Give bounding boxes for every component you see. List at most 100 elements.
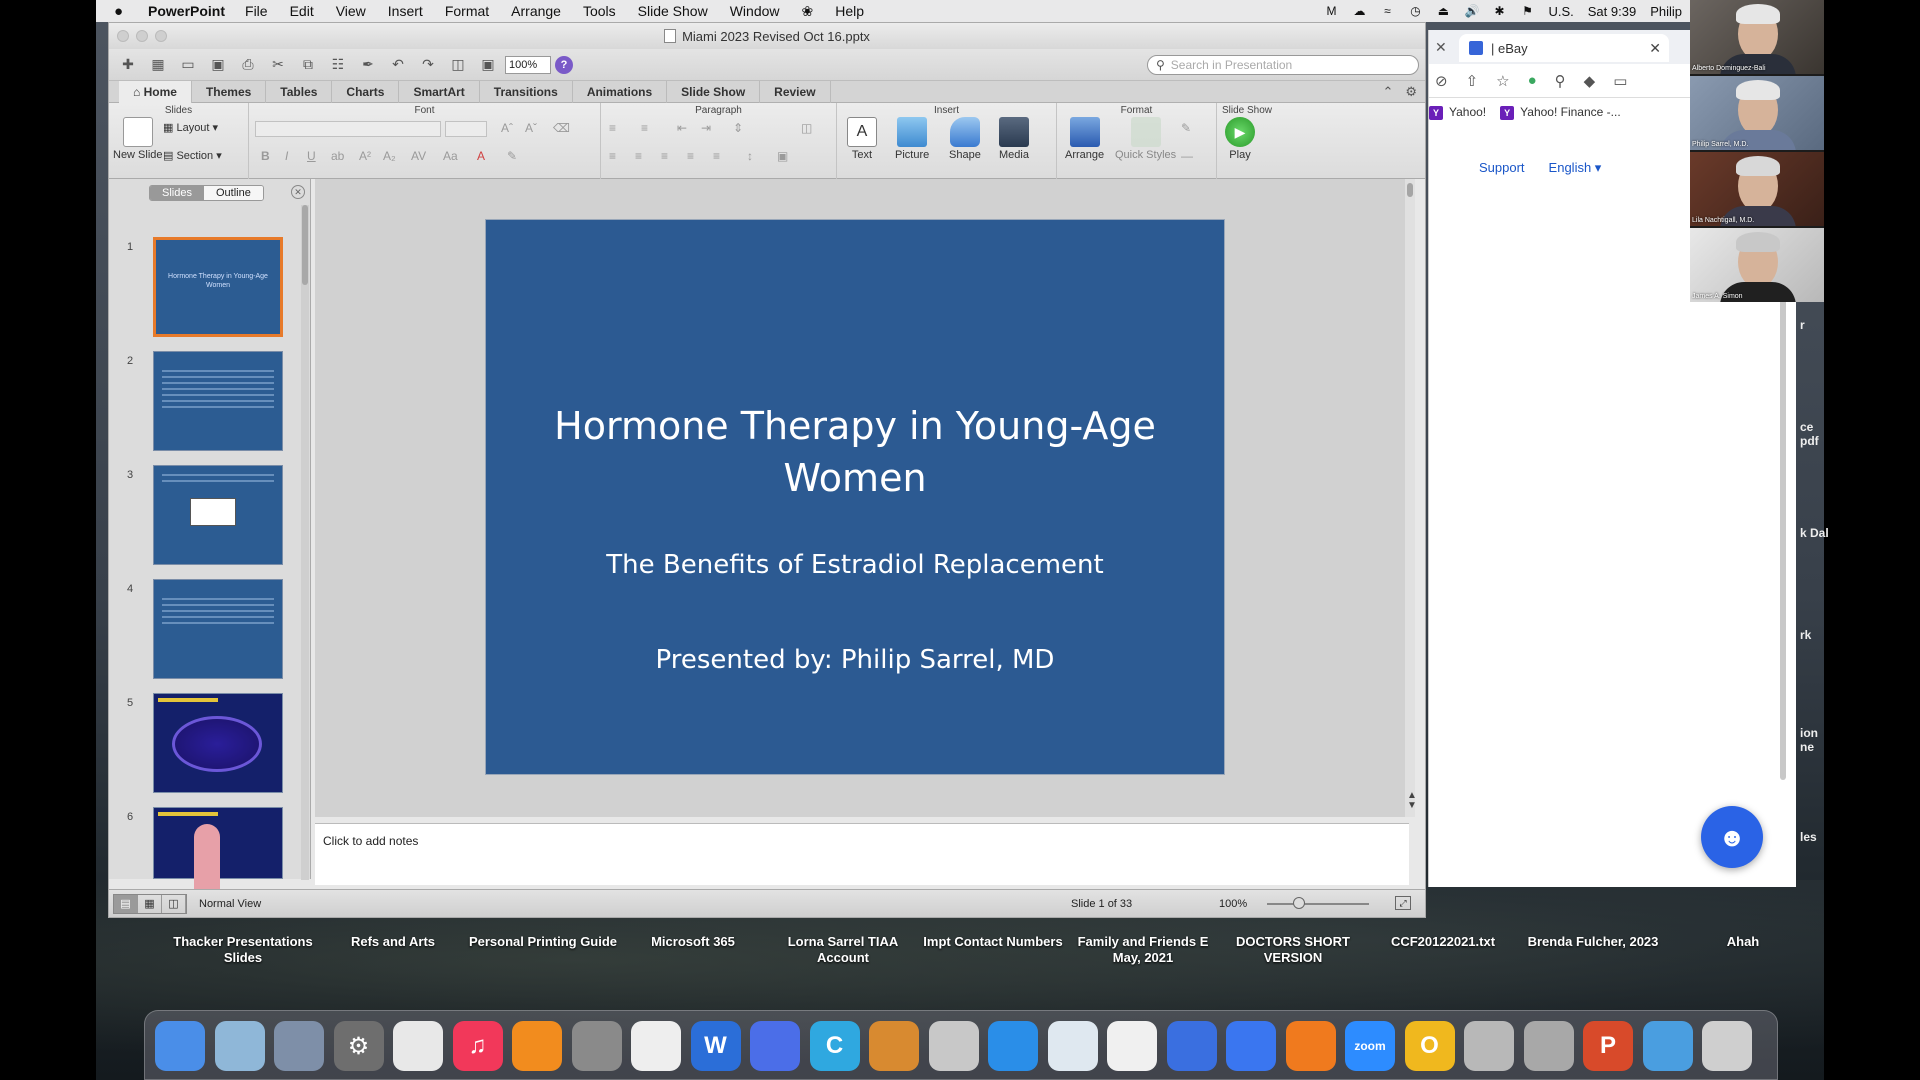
- distribute-icon[interactable]: ≡: [713, 149, 720, 163]
- slide-thumbnail-2[interactable]: [153, 351, 283, 451]
- script-menu-icon[interactable]: ❀: [802, 3, 814, 20]
- highlight-icon[interactable]: ✎: [507, 149, 517, 163]
- ribbon-settings-icon[interactable]: ⚙: [1405, 84, 1417, 100]
- desktop-icon-label[interactable]: Thacker Presentations Slides: [168, 934, 318, 966]
- desktop-icon-label[interactable]: Lorna Sarrel TIAA Account: [768, 934, 918, 966]
- tab-tables[interactable]: Tables: [266, 80, 333, 103]
- bookmark-star-icon[interactable]: ☆: [1496, 72, 1509, 90]
- dock-messenger-icon[interactable]: [1166, 1021, 1217, 1071]
- dock-word-icon[interactable]: W: [690, 1021, 741, 1071]
- dock-zoom-icon[interactable]: zoom: [1345, 1021, 1395, 1071]
- volume-icon[interactable]: 🔊: [1464, 4, 1479, 18]
- app-menu[interactable]: PowerPoint: [148, 3, 225, 19]
- desktop-icon-label[interactable]: Impt Contact Numbers: [918, 934, 1068, 950]
- dock-script-editor-icon[interactable]: [571, 1021, 622, 1071]
- insert-text-button[interactable]: A Text: [847, 117, 877, 161]
- dock-preview-docs-icon[interactable]: [1047, 1021, 1098, 1071]
- menu-window[interactable]: Window: [730, 3, 780, 19]
- search-presentation-input[interactable]: ⚲ Search in Presentation: [1147, 55, 1419, 75]
- insert-media-button[interactable]: Media: [999, 117, 1029, 161]
- tab-charts[interactable]: Charts: [332, 80, 400, 103]
- dock-teams-icon[interactable]: [750, 1021, 800, 1071]
- tab-transitions[interactable]: Transitions: [480, 80, 573, 103]
- slide-title[interactable]: Hormone Therapy in Young-Age Women: [546, 400, 1164, 504]
- slide-thumbnail-5[interactable]: [153, 693, 283, 793]
- location-icon[interactable]: ⚲: [1555, 72, 1566, 90]
- extension-icon[interactable]: ●: [1528, 72, 1537, 89]
- menu-insert[interactable]: Insert: [388, 3, 423, 19]
- menu-arrange[interactable]: Arrange: [511, 3, 561, 19]
- dock-calculator-icon[interactable]: [869, 1021, 919, 1071]
- quick-styles-button[interactable]: Quick Styles: [1115, 117, 1176, 161]
- slide-thumbnail-6[interactable]: [153, 807, 283, 902]
- dock-photos-icon[interactable]: [1107, 1021, 1157, 1071]
- hide-icon[interactable]: ⊘: [1435, 72, 1448, 90]
- close-window-button[interactable]: [117, 30, 129, 42]
- menu-user[interactable]: Philip: [1650, 4, 1682, 19]
- tab-animations[interactable]: Animations: [573, 80, 668, 103]
- slide-thumbnail-4[interactable]: [153, 579, 283, 679]
- help-icon[interactable]: ?: [555, 55, 573, 74]
- window-titlebar[interactable]: Miami 2023 Revised Oct 16.pptx: [109, 23, 1425, 49]
- print-icon[interactable]: ⎙: [235, 54, 261, 76]
- decrease-indent-icon[interactable]: ⇤: [677, 121, 687, 135]
- increase-font-icon[interactable]: Aˆ: [501, 121, 513, 135]
- menu-tools[interactable]: Tools: [583, 3, 616, 19]
- wifi-icon[interactable]: ≈: [1380, 4, 1394, 18]
- dock-firefox-icon[interactable]: [1285, 1021, 1336, 1071]
- tab-review[interactable]: Review: [760, 80, 831, 103]
- dock-downloads-icon[interactable]: [1642, 1021, 1693, 1071]
- show-slide-icon[interactable]: ◫: [445, 54, 471, 76]
- subscript-icon[interactable]: A₂: [383, 149, 396, 163]
- arrange-button[interactable]: Arrange: [1065, 117, 1104, 161]
- dock-outlook-o-icon[interactable]: O: [1404, 1021, 1455, 1071]
- menu-slide-show[interactable]: Slide Show: [638, 3, 708, 19]
- new-slide-button[interactable]: New Slide: [113, 117, 163, 161]
- text-direction-icon[interactable]: ↕: [747, 149, 753, 163]
- menu-clock[interactable]: Sat 9:39: [1588, 4, 1636, 19]
- menu-view[interactable]: View: [336, 3, 366, 19]
- notes-pane[interactable]: Click to add notes: [315, 823, 1409, 885]
- dock-textedit-icon[interactable]: [631, 1021, 681, 1071]
- slide-nav-arrows[interactable]: ▲ ▼: [1407, 791, 1417, 811]
- align-right-icon[interactable]: ≡: [661, 149, 668, 163]
- slide-presenter[interactable]: Presented by: Philip Sarrel, MD: [526, 645, 1184, 675]
- insert-shape-button[interactable]: Shape: [949, 117, 981, 161]
- font-name-select[interactable]: [255, 121, 441, 137]
- support-link[interactable]: Support: [1479, 160, 1525, 176]
- input-source[interactable]: U.S.: [1548, 4, 1573, 19]
- participant-tile[interactable]: Lila Nachtigall, M.D.: [1690, 152, 1824, 226]
- decrease-font-icon[interactable]: Aˇ: [525, 121, 537, 135]
- font-size-select[interactable]: [445, 121, 487, 137]
- columns-icon[interactable]: ◫: [801, 121, 812, 135]
- dock-image-capture-icon[interactable]: [274, 1021, 324, 1071]
- tab-slide-show[interactable]: Slide Show: [667, 80, 761, 103]
- desktop-icon-label[interactable]: Family and Friends E May, 2021: [1068, 934, 1218, 966]
- desktop-icon-label[interactable]: CCF20122021.txt: [1368, 934, 1518, 950]
- dock-c-app-icon[interactable]: C: [809, 1021, 860, 1071]
- messenger-status-icon[interactable]: M: [1324, 4, 1338, 18]
- slide-subtitle[interactable]: The Benefits of Estradiol Replacement: [586, 546, 1124, 584]
- clear-format-icon[interactable]: ⌫: [553, 121, 570, 135]
- slide-thumbnail-3[interactable]: [153, 465, 283, 565]
- bold-icon[interactable]: B: [261, 149, 270, 163]
- templates-icon[interactable]: ▦: [145, 54, 171, 76]
- shape-fill-icon[interactable]: ✎: [1181, 121, 1191, 135]
- participant-tile[interactable]: Philip Sarrel, M.D.: [1690, 76, 1824, 150]
- close-tab-icon[interactable]: ✕: [1649, 40, 1661, 57]
- eject-icon[interactable]: ⏏: [1436, 4, 1450, 18]
- cloud-status-icon[interactable]: ☁: [1352, 4, 1366, 18]
- font-color-icon[interactable]: A: [477, 149, 485, 163]
- zoom-slider-knob[interactable]: [1293, 897, 1305, 909]
- slide-scrollbar[interactable]: [1405, 179, 1415, 817]
- tab-themes[interactable]: Themes: [192, 80, 267, 103]
- desktop-icon-label[interactable]: Ahah: [1668, 934, 1818, 950]
- zoom-slider[interactable]: [1267, 903, 1369, 905]
- numbering-icon[interactable]: ≡: [641, 121, 648, 135]
- italic-icon[interactable]: I: [285, 149, 288, 163]
- open-icon[interactable]: ▭: [175, 54, 201, 76]
- bluetooth-icon[interactable]: ✱: [1492, 4, 1506, 18]
- time-machine-icon[interactable]: ◷: [1408, 4, 1422, 18]
- collapse-ribbon-icon[interactable]: ⌃: [1382, 84, 1393, 100]
- strikethrough-icon[interactable]: ab: [331, 149, 344, 163]
